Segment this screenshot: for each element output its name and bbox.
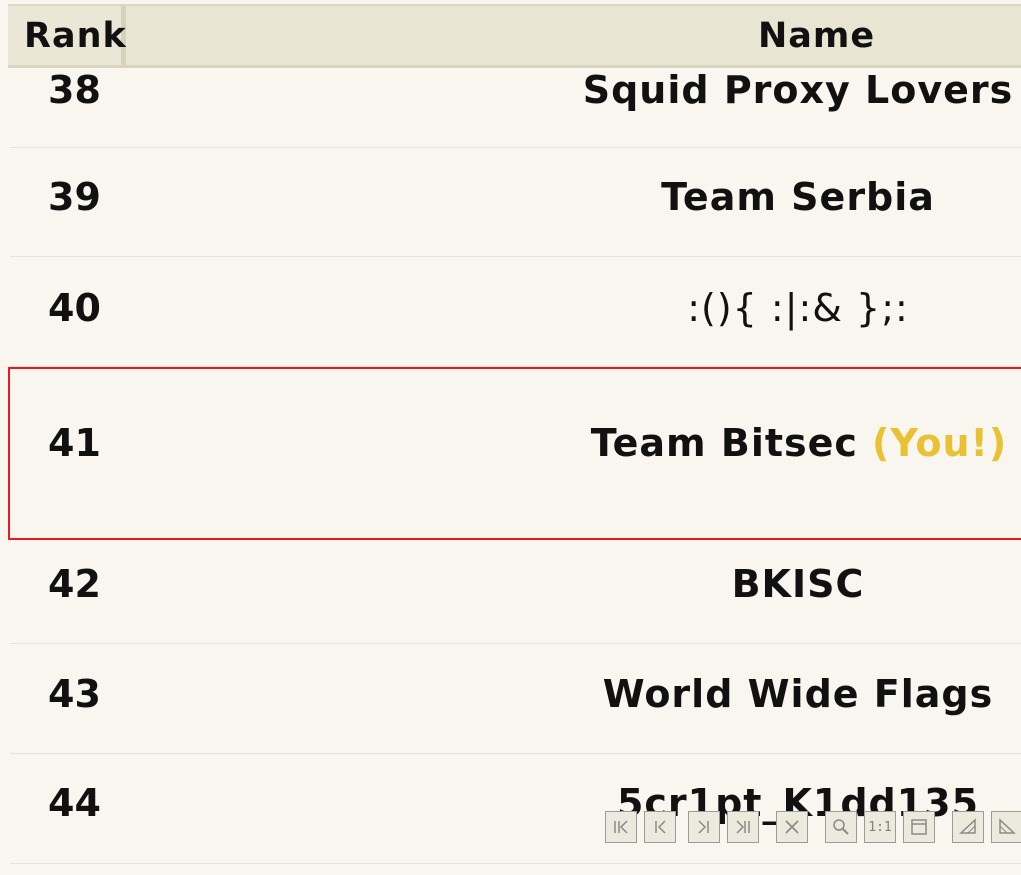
- close-icon[interactable]: [776, 811, 808, 843]
- team-name-cell[interactable]: :(){ :|:& };:: [10, 286, 1021, 330]
- name-column-header[interactable]: Name: [758, 16, 875, 56]
- table-row[interactable]: 40 :(){ :|:& };:: [10, 257, 1021, 367]
- scoreboard-page: Rank Name 38 Squid Proxy Lovers 39 Team …: [0, 0, 1021, 875]
- rotate-right-icon[interactable]: [991, 811, 1021, 843]
- zoom-icon[interactable]: [825, 811, 857, 843]
- rotate-left-icon[interactable]: [952, 811, 984, 843]
- fit-window-icon[interactable]: [903, 811, 935, 843]
- you-badge: (You!): [871, 421, 1008, 465]
- actual-size-icon[interactable]: 1:1: [864, 811, 896, 843]
- current-team-row[interactable]: 41 Team Bitsec (You!): [8, 367, 1021, 540]
- team-name-cell[interactable]: World Wide Flags: [10, 672, 1021, 716]
- team-name-cell[interactable]: Team Bitsec (You!): [10, 421, 1021, 465]
- team-name-cell[interactable]: Squid Proxy Lovers: [10, 68, 1021, 112]
- table-row[interactable]: 39 Team Serbia: [10, 148, 1021, 257]
- next-page-icon[interactable]: [688, 811, 720, 843]
- table-header: Rank Name: [8, 4, 1021, 68]
- table-row[interactable]: 44 5cr1pt_K1dd135: [10, 754, 1021, 864]
- table-row[interactable]: 43 World Wide Flags: [10, 644, 1021, 754]
- previous-page-icon[interactable]: [644, 811, 676, 843]
- table-row[interactable]: 38 Squid Proxy Lovers: [10, 68, 1021, 148]
- table-row[interactable]: 42 BKISC: [10, 540, 1021, 644]
- first-page-icon[interactable]: [605, 811, 637, 843]
- team-name-text: Team Bitsec: [590, 421, 858, 465]
- rank-column-header[interactable]: Rank: [24, 16, 127, 56]
- team-name-cell[interactable]: BKISC: [10, 562, 1021, 606]
- team-name-cell[interactable]: Team Serbia: [10, 175, 1021, 219]
- last-page-icon[interactable]: [727, 811, 759, 843]
